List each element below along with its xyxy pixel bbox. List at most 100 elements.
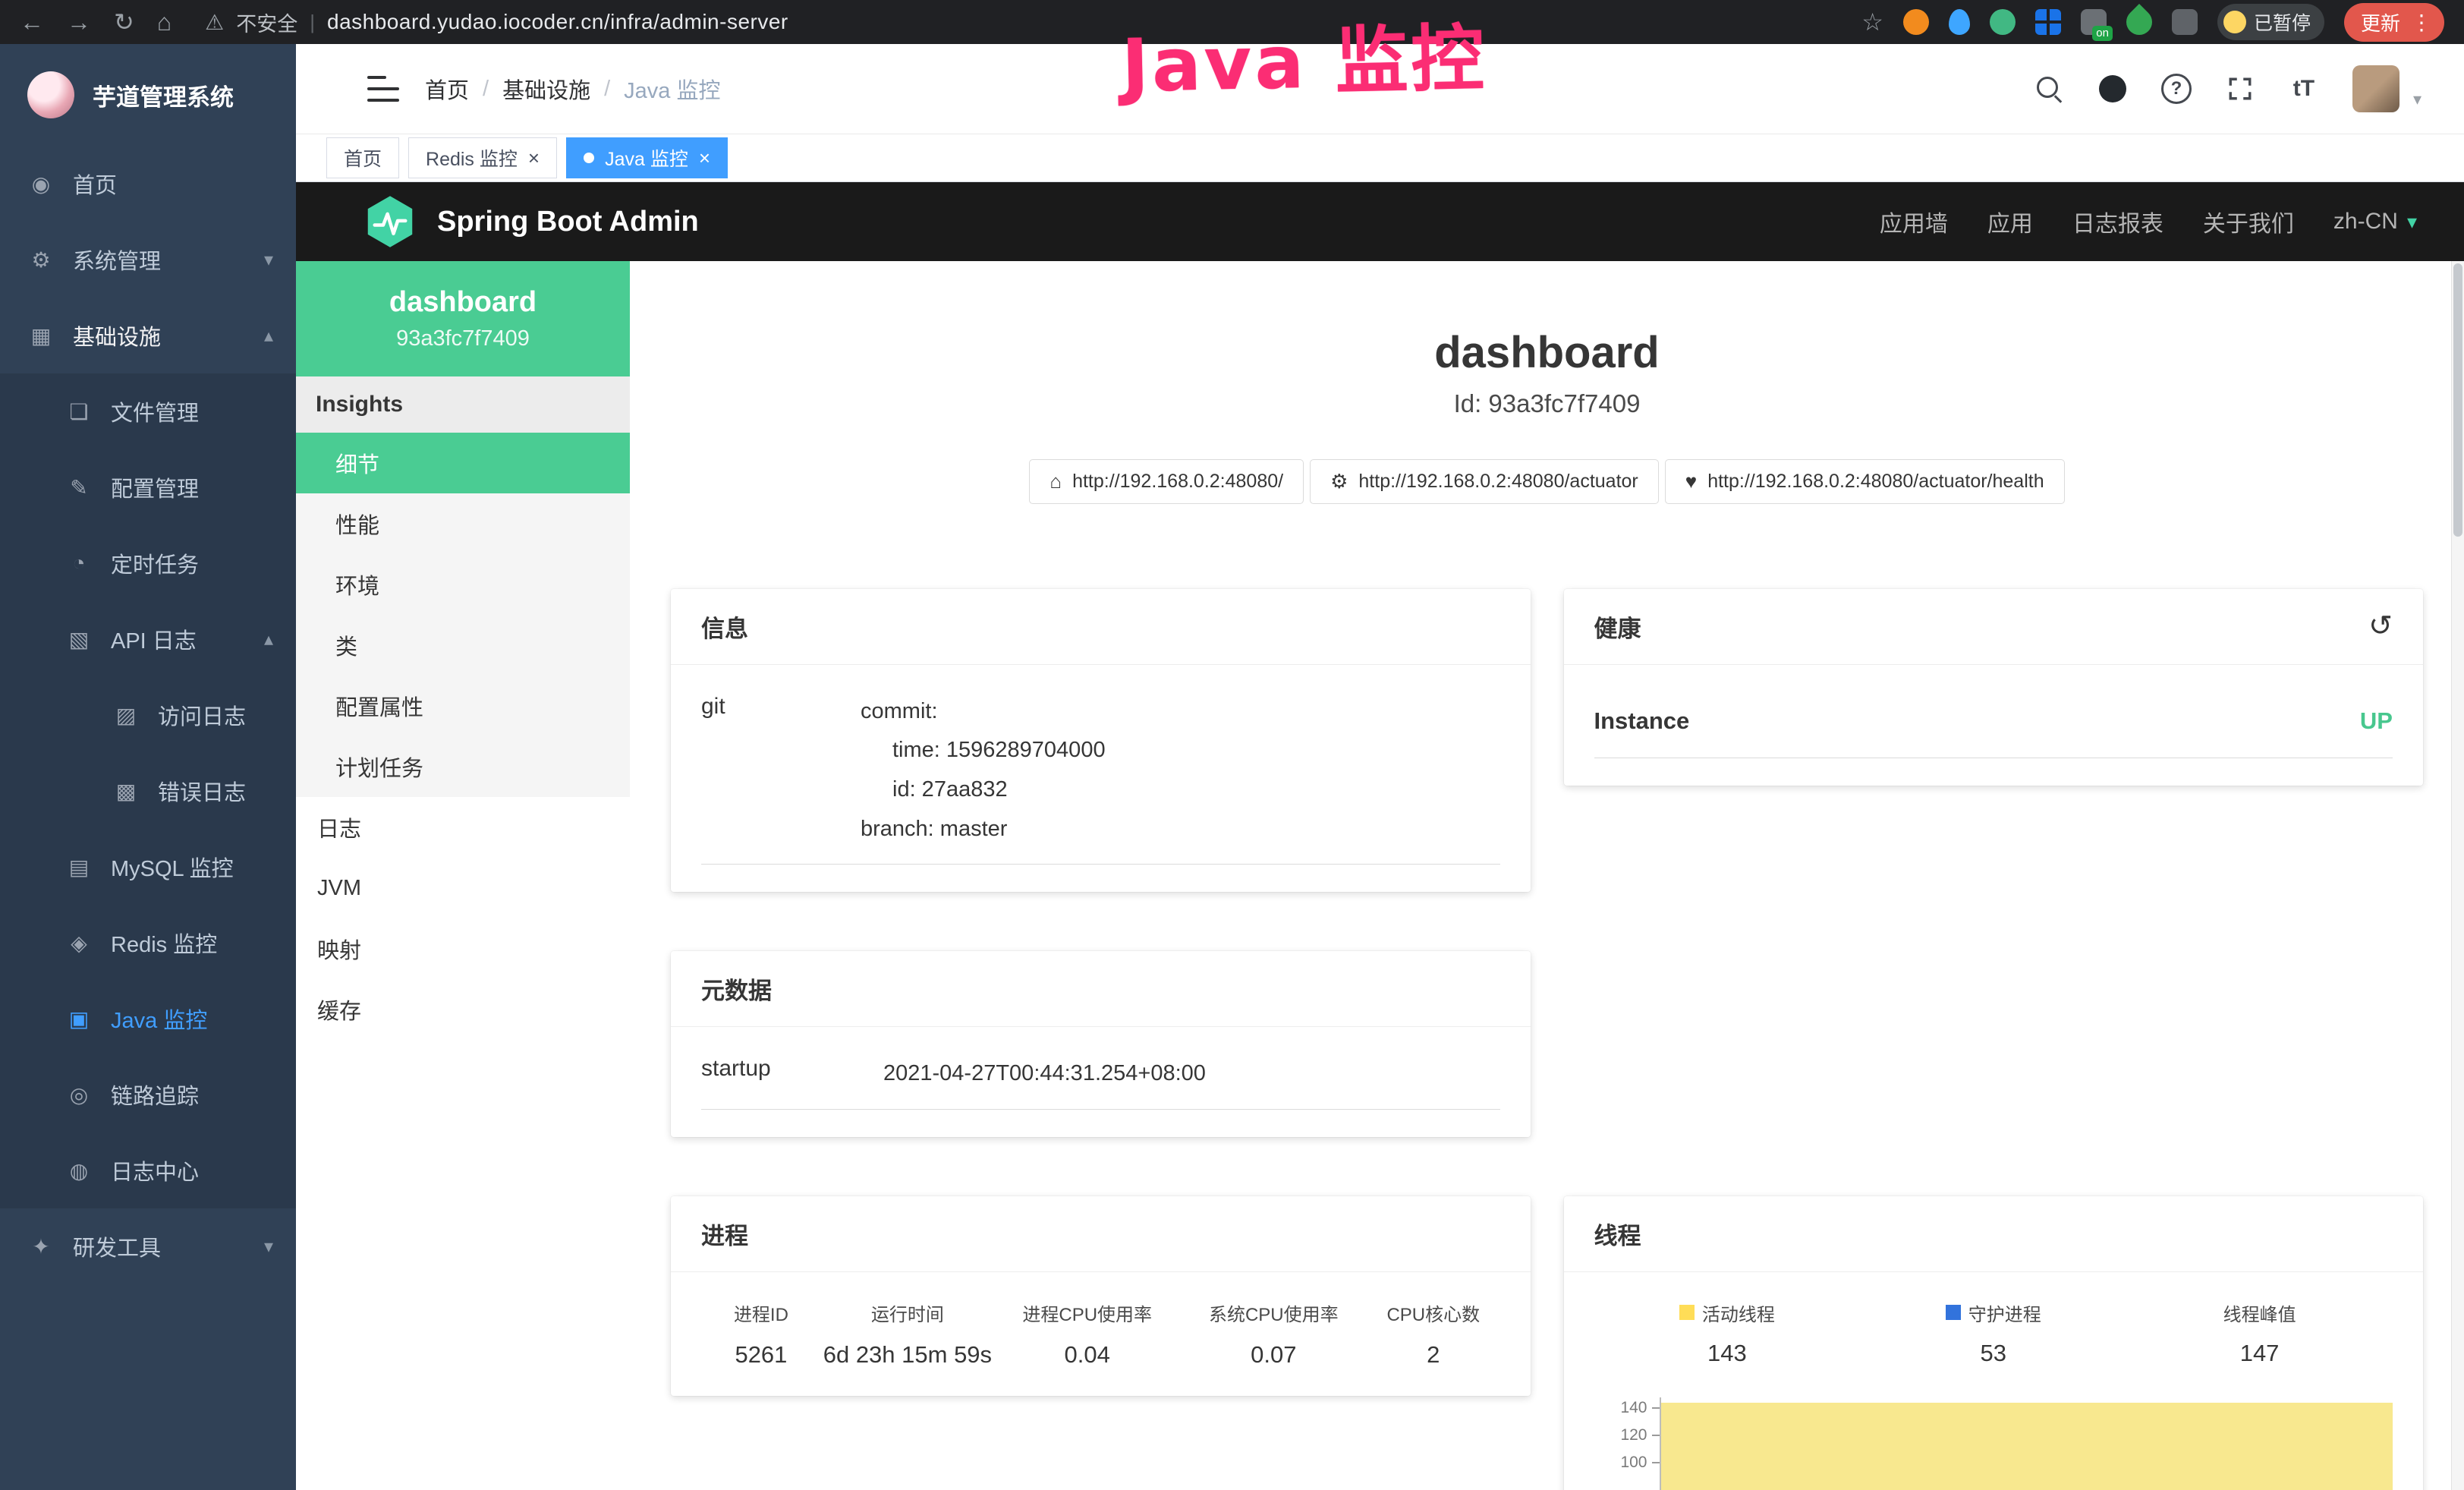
sba-side-item-config-props[interactable]: 配置属性 [296, 676, 630, 736]
sba-header: Spring Boot Admin 应用墙 应用 日志报表 关于我们 zh-CN… [296, 182, 2464, 261]
search-icon[interactable] [2034, 74, 2064, 104]
address-bar[interactable]: ⚠ 不安全 | dashboard.yudao.iocoder.cn/infra… [205, 8, 788, 37]
tab-close-icon[interactable]: × [699, 146, 710, 170]
sba-nav-about[interactable]: 关于我们 [2203, 205, 2294, 238]
browser-home-icon[interactable]: ⌂ [157, 10, 172, 34]
sidebar-item-java-monitor[interactable]: ▣ Java 监控 [0, 981, 296, 1057]
sidebar-item-home[interactable]: ◉ 首页 [0, 146, 296, 222]
tab-redis-monitor[interactable]: Redis 监控 × [408, 137, 557, 178]
history-icon[interactable]: ↺ [2368, 612, 2393, 641]
breadcrumb-home[interactable]: 首页 [425, 73, 469, 105]
info-value: commit: time: 1596289704000 id: 27aa832 … [861, 692, 1106, 849]
help-icon[interactable]: ? [2161, 74, 2192, 104]
screenshot-root: Java 监控 ← → ↻ ⌂ ⚠ 不安全 | dashboard.yudao.… [0, 0, 2464, 1490]
breadcrumb-infrastructure[interactable]: 基础设施 [502, 73, 590, 105]
sidebar-toggle-icon[interactable] [367, 76, 399, 102]
info-card: 信息 git commit: time: 1596289704000 id: 2 [671, 589, 1531, 892]
sba-nav-journal[interactable]: 日志报表 [2072, 205, 2163, 238]
sidebar-item-scheduled-jobs[interactable]: ◔ 定时任务 [0, 525, 296, 601]
sidebar-item-label: 定时任务 [111, 547, 199, 579]
sidebar-item-api-logs[interactable]: ▧ API 日志 ▴ [0, 601, 296, 677]
sba-side-group-insights: Insights [296, 376, 630, 433]
sidebar-item-infrastructure[interactable]: ▦ 基础设施 ▴ [0, 298, 296, 373]
health-instance-row[interactable]: Instance UP [1594, 692, 2393, 758]
update-button[interactable]: 更新 ⋮ [2344, 3, 2444, 42]
sba-instance-header[interactable]: dashboard 93a3fc7f7409 [296, 261, 630, 376]
card-grid: 信息 git commit: time: 1596289704000 id: 2 [671, 589, 2423, 1490]
instance-link-health[interactable]: ♥ http://192.168.0.2:48080/actuator/heal… [1665, 459, 2065, 504]
extension-icon[interactable] [1949, 9, 1970, 35]
scrollbar[interactable] [2451, 261, 2464, 1490]
sba-nav-wallboard[interactable]: 应用墙 [1880, 205, 1948, 238]
sba-sidebar: dashboard 93a3fc7f7409 Insights 细节 性能 环境… [296, 261, 630, 1490]
sidebar-item-trace[interactable]: ◎ 链路追踪 [0, 1057, 296, 1132]
sba-side-item-caches[interactable]: 缓存 [296, 979, 630, 1040]
page-title: dashboard [671, 328, 2423, 379]
url-divider: | [310, 11, 315, 34]
sidebar-item-redis-monitor[interactable]: ◈ Redis 监控 [0, 905, 296, 981]
extension-on-badge: on [2092, 26, 2113, 41]
sidebar-item-file-mgmt[interactable]: ❏ 文件管理 [0, 373, 296, 449]
header-actions: ? tT ▾ [2034, 65, 2422, 112]
sba-side-item-metrics[interactable]: 性能 [296, 493, 630, 554]
browser-actions: ☆ on 已暂停 更新 ⋮ [1861, 3, 2444, 42]
sidebar-item-label: Redis 监控 [111, 927, 217, 959]
sidebar-item-system-mgmt[interactable]: ⚙ 系统管理 ▾ [0, 222, 296, 298]
sidebar-item-label: 访问日志 [158, 699, 246, 731]
sidebar-item-dev-tools[interactable]: ✦ 研发工具 ▾ [0, 1208, 296, 1284]
url-text: dashboard.yudao.iocoder.cn/infra/admin-s… [327, 10, 788, 34]
tab-home[interactable]: 首页 [326, 137, 399, 178]
sba-side-item-scheduled-tasks[interactable]: 计划任务 [296, 736, 630, 797]
sba-nav-applications[interactable]: 应用 [1987, 205, 2033, 238]
fullscreen-icon[interactable] [2225, 74, 2255, 104]
instance-link-home[interactable]: ⌂ http://192.168.0.2:48080/ [1029, 459, 1304, 504]
sba-language-select[interactable]: zh-CN ▾ [2333, 209, 2417, 235]
reload-icon[interactable]: ↻ [114, 10, 134, 34]
process-col-header: CPU核心数 [1367, 1299, 1499, 1326]
extension-icon[interactable] [2035, 9, 2061, 35]
font-size-icon[interactable]: tT [2289, 74, 2319, 104]
tab-close-icon[interactable]: × [528, 146, 540, 170]
sba-side-item-classes[interactable]: 类 [296, 615, 630, 676]
sidebar-item-error-logs[interactable]: ▩ 错误日志 [0, 753, 296, 829]
legend-item-live: 活动线程 [1594, 1299, 1861, 1326]
extension-icon[interactable] [2121, 4, 2157, 40]
chart-area-fill [1661, 1403, 2393, 1490]
avatar-caret-icon: ▾ [2413, 90, 2422, 112]
extension-icon[interactable] [1990, 9, 2016, 35]
user-avatar[interactable] [2352, 65, 2399, 112]
sba-side-item-environment[interactable]: 环境 [296, 554, 630, 615]
sba-side-item-mappings[interactable]: 映射 [296, 918, 630, 979]
sba-brand-title[interactable]: Spring Boot Admin [437, 206, 699, 238]
extension-icon[interactable]: on [2081, 9, 2107, 35]
bookmark-star-icon[interactable]: ☆ [1861, 8, 1883, 36]
extension-icon[interactable] [1903, 9, 1929, 35]
sidebar-item-log-center[interactable]: ◍ 日志中心 [0, 1132, 296, 1208]
legend-value: 143 [1594, 1340, 1861, 1367]
instance-link-actuator[interactable]: ⚙ http://192.168.0.2:48080/actuator [1310, 459, 1659, 504]
sidebar-item-label: 系统管理 [73, 244, 161, 276]
sba-side-item-loggers[interactable]: 日志 [296, 797, 630, 858]
health-card: 健康 ↺ Instance UP [1564, 589, 2424, 786]
security-warning-icon: ⚠ [205, 10, 224, 35]
sidebar-item-config-mgmt[interactable]: ✎ 配置管理 [0, 449, 296, 525]
forward-icon[interactable]: → [67, 10, 91, 34]
chart-y-axis: 140 120 100 [1594, 1397, 1660, 1490]
menu-kebab-icon[interactable]: ⋮ [2411, 10, 2432, 35]
back-icon[interactable]: ← [20, 10, 44, 34]
sba-side-item-details[interactable]: 细节 [296, 433, 630, 493]
process-value: 0.04 [994, 1341, 1181, 1369]
instance-link-url: http://192.168.0.2:48080/actuator [1358, 471, 1638, 493]
metadata-startup-row: startup 2021-04-27T00:44:31.254+08:00 [701, 1054, 1500, 1110]
tab-java-monitor[interactable]: Java 监控 × [566, 137, 728, 178]
app-logo[interactable]: 芋道管理系统 [0, 44, 296, 146]
scrollbar-thumb[interactable] [2453, 263, 2462, 537]
github-icon[interactable] [2099, 75, 2126, 102]
sidebar-item-label: Java 监控 [111, 1003, 207, 1035]
sidebar-item-mysql-monitor[interactable]: ▤ MySQL 监控 [0, 829, 296, 905]
paused-badge[interactable]: 已暂停 [2217, 4, 2324, 40]
redis-icon: ◈ [65, 931, 93, 956]
sba-side-item-jvm[interactable]: JVM [296, 858, 630, 918]
extensions-puzzle-icon[interactable] [2172, 9, 2198, 35]
sidebar-item-access-logs[interactable]: ▨ 访问日志 [0, 677, 296, 753]
